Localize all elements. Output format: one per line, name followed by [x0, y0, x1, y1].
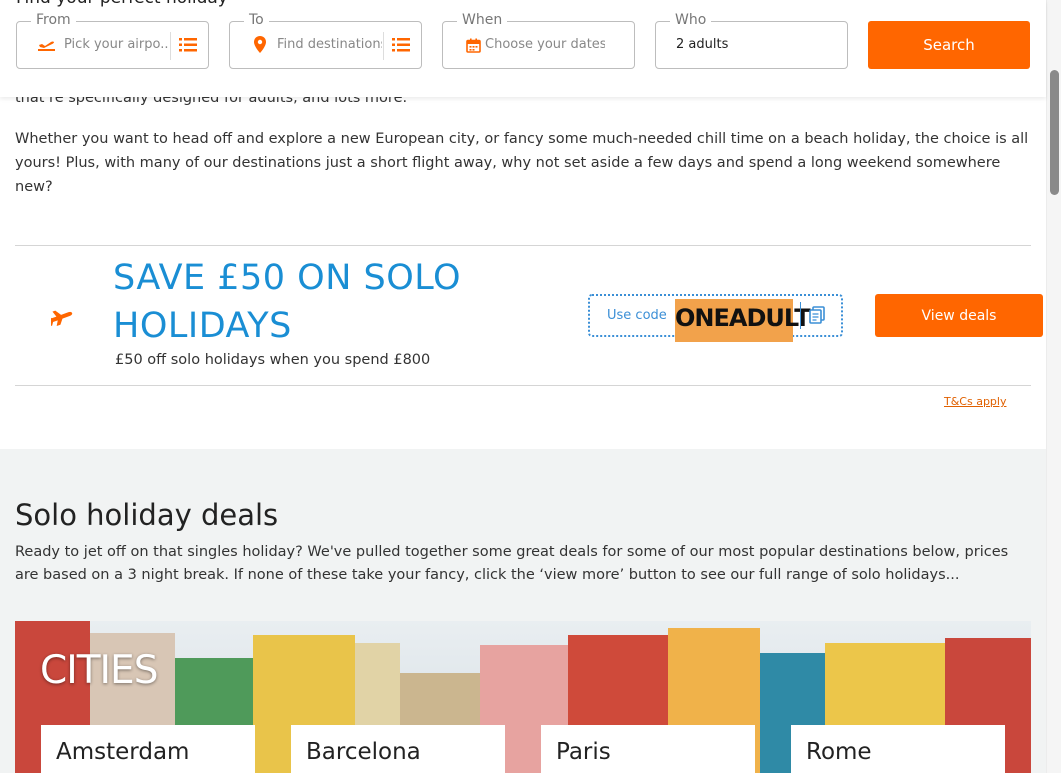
intro-paragraph: Whether you want to head off and explore…: [15, 131, 1029, 195]
copy-icon[interactable]: [808, 306, 826, 324]
when-label: When: [457, 12, 508, 28]
plane-icon: [46, 304, 77, 330]
when-field[interactable]: When Choose your dates: [442, 12, 635, 69]
deals-section: Solo holiday deals Ready to jet off on t…: [0, 449, 1046, 773]
search-button[interactable]: Search: [868, 21, 1030, 69]
promo-bottom-divider: [15, 385, 1031, 386]
city-name: Amsterdam: [56, 739, 190, 765]
code-divider: [800, 302, 801, 329]
from-field[interactable]: From Pick your airpo...: [16, 12, 209, 69]
promo-title: SAVE £50 ON SOLO HOLIDAYS: [113, 258, 462, 346]
field-divider: [170, 32, 171, 60]
city-name: Rome: [806, 739, 872, 765]
city-name: Paris: [556, 739, 611, 765]
search-heading: Find your perfect holiday: [16, 0, 228, 8]
when-input[interactable]: Choose your dates: [485, 37, 605, 52]
city-card-paris[interactable]: Paris: [541, 725, 755, 773]
promo-top-divider: [15, 245, 1031, 246]
search-bar: Find your perfect holiday From Pick your…: [0, 0, 1046, 97]
deals-title: Solo holiday deals: [15, 498, 279, 532]
view-deals-button[interactable]: View deals: [875, 294, 1043, 337]
list-icon[interactable]: [392, 37, 410, 53]
to-label: To: [244, 12, 269, 28]
list-icon[interactable]: [179, 37, 197, 53]
who-value[interactable]: 2 adults: [676, 37, 728, 52]
terms-link[interactable]: T&Cs apply: [944, 395, 1006, 408]
page-scrollbar[interactable]: [1046, 0, 1061, 773]
city-name: Barcelona: [306, 739, 421, 765]
scrollbar-thumb[interactable]: [1050, 70, 1059, 195]
city-card-barcelona[interactable]: Barcelona: [291, 725, 505, 773]
from-label: From: [31, 12, 76, 28]
from-input[interactable]: Pick your airpo...: [64, 37, 169, 52]
to-field[interactable]: To Find destinations: [229, 12, 422, 69]
to-input[interactable]: Find destinations: [277, 37, 382, 52]
location-pin-icon: [250, 36, 270, 54]
promo-code-box[interactable]: Use code ONEADULT: [588, 294, 843, 342]
field-divider: [383, 32, 384, 60]
calendar-icon: [463, 36, 483, 54]
who-label: Who: [670, 12, 712, 28]
who-field[interactable]: Who 2 adults: [655, 12, 848, 69]
deals-description: Ready to jet off on that singles holiday…: [15, 544, 1009, 583]
city-card-rome[interactable]: Rome: [791, 725, 1005, 773]
code-label: Use code: [607, 308, 667, 323]
promo-code[interactable]: ONEADULT: [675, 299, 811, 342]
city-card-amsterdam[interactable]: Amsterdam: [41, 725, 255, 773]
plane-takeoff-icon: [37, 36, 57, 54]
promo-subtitle: £50 off solo holidays when you spend £80…: [115, 352, 431, 368]
banner-title: CITIES: [40, 648, 158, 693]
cities-banner: CITIES Amsterdam Barcelona Paris Rome: [15, 621, 1031, 773]
